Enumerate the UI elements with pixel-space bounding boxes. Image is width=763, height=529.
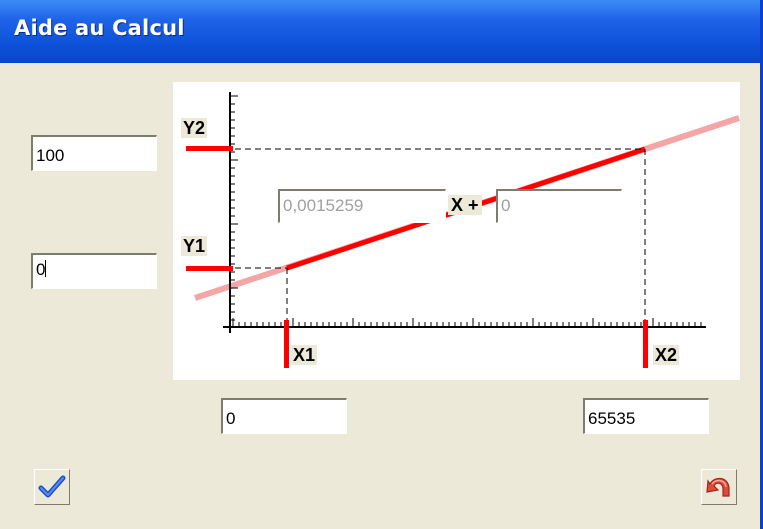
undo-icon — [706, 477, 730, 497]
text-caret — [45, 260, 47, 277]
x1-marker — [284, 320, 289, 368]
x2-input[interactable] — [583, 398, 709, 434]
y2-marker — [186, 146, 233, 151]
cancel-button[interactable] — [701, 469, 737, 505]
formula-operator: X + — [448, 195, 482, 215]
ok-button[interactable] — [34, 469, 70, 505]
x2-marker — [643, 320, 648, 368]
dialog-window: Aide au Calcul 0 — [0, 0, 763, 529]
graph-panel: Y2 Y1 X1 X2 0,0015259 X + 0 — [173, 82, 740, 380]
x2-label: X2 — [653, 345, 680, 365]
y2-input[interactable] — [31, 135, 157, 171]
x1-input[interactable] — [221, 398, 347, 434]
slope-field[interactable]: 0,0015259 — [278, 189, 446, 223]
graph-svg — [186, 92, 740, 368]
y1-marker — [186, 266, 233, 271]
offset-field[interactable]: 0 — [496, 189, 622, 223]
y1-label: Y1 — [181, 236, 208, 256]
window-title: Aide au Calcul — [14, 16, 185, 40]
x-axis-ticks — [232, 318, 702, 327]
y1-input[interactable]: 0 — [31, 253, 157, 289]
x1-label: X1 — [291, 345, 318, 365]
y1-input-text: 0 — [36, 260, 46, 279]
checkmark-icon — [38, 475, 66, 498]
title-bar[interactable]: Aide au Calcul — [0, 0, 760, 63]
guide-lines — [235, 148, 646, 320]
y2-label: Y2 — [181, 118, 208, 138]
